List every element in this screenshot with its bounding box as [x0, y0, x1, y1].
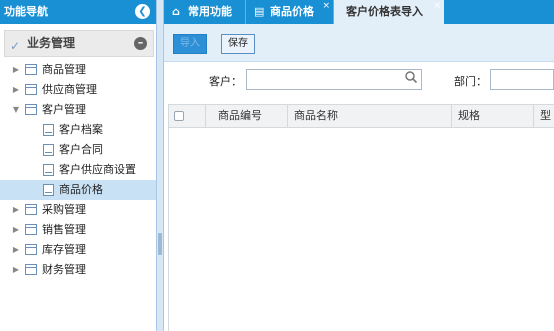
- tab-label: 客户价格表导入: [346, 5, 423, 18]
- tree-item-label: 客户供应商设置: [59, 163, 136, 176]
- group-label: 业务管理: [27, 36, 76, 50]
- tab-label: 常用功能: [188, 5, 232, 18]
- tree-item-label: 采购管理: [42, 203, 86, 216]
- tree-item-inventory-management[interactable]: ▶ 库存管理: [0, 240, 156, 260]
- customer-input[interactable]: [246, 69, 422, 90]
- document-icon: ▤: [254, 5, 265, 18]
- tree-item-label: 客户管理: [42, 103, 86, 116]
- tag-icon: ✓: [10, 39, 21, 53]
- department-input[interactable]: [490, 69, 554, 90]
- tree-item-label: 商品管理: [42, 63, 86, 76]
- home-icon: ⌂: [172, 5, 180, 18]
- tree-item-customer-profile[interactable]: 客户档案: [0, 120, 156, 140]
- expand-arrow-icon[interactable]: ▶: [11, 60, 21, 80]
- panel-splitter[interactable]: [157, 0, 164, 331]
- search-icon[interactable]: [404, 70, 418, 84]
- tab-label: 商品价格: [270, 5, 314, 18]
- close-icon[interactable]: ×: [433, 0, 441, 18]
- navigation-panel: 功能导航 ❮ ✓ 业务管理 – ▶ 商品管理 ▶ 供应商管理 ▼ 客户管理 客户…: [0, 0, 157, 331]
- tree-item-product-price[interactable]: 商品价格: [0, 180, 156, 200]
- navigation-header: 功能导航 ❮: [0, 0, 156, 24]
- folder-icon: [25, 244, 37, 255]
- tree-item-product-management[interactable]: ▶ 商品管理: [0, 60, 156, 80]
- grid-select-all: [169, 105, 206, 127]
- collapse-group-icon[interactable]: –: [134, 37, 147, 50]
- toolbar: 导入 保存: [164, 24, 554, 62]
- search-filters: 客户： 部门：: [164, 62, 554, 100]
- tree-item-label: 财务管理: [42, 263, 86, 276]
- tree-item-customer-contract[interactable]: 客户合同: [0, 140, 156, 160]
- tree-item-purchase-management[interactable]: ▶ 采购管理: [0, 200, 156, 220]
- navigation-tree: ▶ 商品管理 ▶ 供应商管理 ▼ 客户管理 客户档案 客户合同 客户供应商设置: [0, 60, 156, 280]
- business-management-group[interactable]: ✓ 业务管理 –: [4, 30, 154, 57]
- main-content: 导入 保存 客户： 部门： 商品编号 商品名称 规格 型: [164, 24, 554, 331]
- folder-icon: [25, 64, 37, 75]
- tree-item-label: 库存管理: [42, 243, 86, 256]
- collapse-panel-button[interactable]: ❮: [135, 4, 150, 19]
- navigation-title: 功能导航: [4, 5, 48, 18]
- page-icon: [43, 184, 54, 196]
- column-header[interactable]: 规格: [452, 105, 534, 127]
- select-all-checkbox[interactable]: [174, 111, 184, 121]
- tree-item-label: 供应商管理: [42, 83, 97, 96]
- tree-item-sales-management[interactable]: ▶ 销售管理: [0, 220, 156, 240]
- expand-arrow-icon[interactable]: ▶: [11, 80, 21, 100]
- page-icon: [43, 164, 54, 176]
- tab-product-price[interactable]: ▤ 商品价格 ×: [246, 0, 334, 24]
- grid-body: [168, 128, 554, 331]
- tree-item-label: 商品价格: [59, 183, 103, 196]
- grid-header: 商品编号 商品名称 规格 型: [168, 104, 554, 128]
- column-header[interactable]: 型: [534, 105, 554, 127]
- customer-label: 客户：: [209, 75, 242, 88]
- save-button[interactable]: 保存: [221, 34, 255, 54]
- folder-open-icon: [25, 104, 37, 115]
- tree-item-label: 客户档案: [59, 123, 103, 136]
- tree-item-finance-management[interactable]: ▶ 财务管理: [0, 260, 156, 280]
- tab-customer-price-import[interactable]: 客户价格表导入 ×: [334, 0, 444, 24]
- column-header[interactable]: 商品编号: [206, 105, 288, 127]
- folder-icon: [25, 224, 37, 235]
- tree-item-customer-supplier-settings[interactable]: 客户供应商设置: [0, 160, 156, 180]
- import-button[interactable]: 导入: [173, 34, 207, 54]
- tree-item-supplier-management[interactable]: ▶ 供应商管理: [0, 80, 156, 100]
- collapse-arrow-icon[interactable]: ▼: [11, 100, 21, 120]
- folder-icon: [25, 264, 37, 275]
- chevron-left-icon: ❮: [138, 6, 147, 17]
- column-header[interactable]: 商品名称: [288, 105, 452, 127]
- expand-arrow-icon[interactable]: ▶: [11, 260, 21, 280]
- tree-item-label: 客户合同: [59, 143, 103, 156]
- tab-bar: ⌂ 常用功能 ▤ 商品价格 × 客户价格表导入 ×: [164, 0, 554, 24]
- expand-arrow-icon[interactable]: ▶: [11, 220, 21, 240]
- close-icon[interactable]: ×: [322, 0, 330, 18]
- tree-item-customer-management[interactable]: ▼ 客户管理: [0, 100, 156, 120]
- folder-icon: [25, 84, 37, 95]
- page-icon: [43, 124, 54, 136]
- tree-item-label: 销售管理: [42, 223, 86, 236]
- page-icon: [43, 144, 54, 156]
- folder-icon: [25, 204, 37, 215]
- department-label: 部门：: [454, 75, 487, 88]
- splitter-handle[interactable]: [158, 233, 162, 255]
- expand-arrow-icon[interactable]: ▶: [11, 200, 21, 220]
- tab-common-functions[interactable]: ⌂ 常用功能: [164, 0, 246, 24]
- expand-arrow-icon[interactable]: ▶: [11, 240, 21, 260]
